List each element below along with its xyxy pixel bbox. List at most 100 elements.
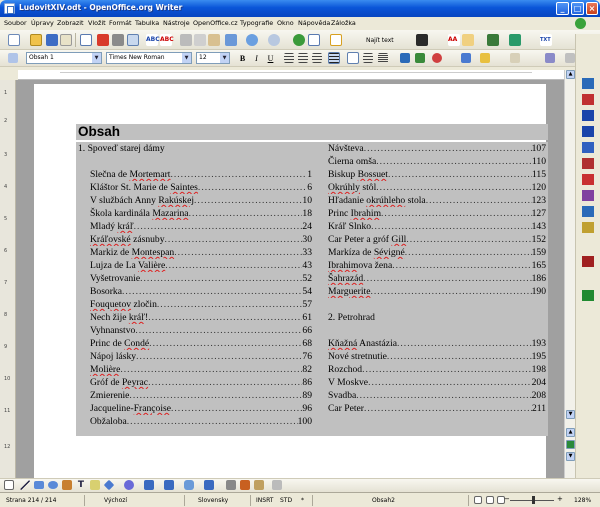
show-draw-functions-icon[interactable] [330,34,342,46]
menu-openoffice-cz[interactable]: OpenOffice.cz [193,19,238,27]
zoom-level[interactable]: 128% [574,497,591,504]
horizontal-ruler[interactable] [18,70,564,80]
page-style[interactable]: Výchozí [104,497,127,504]
styles-icon[interactable] [8,53,18,63]
toc-entry[interactable]: Kláštor St. Marie de Saintes 6 [78,181,312,194]
page-indicator[interactable]: Strana 214 / 214 [6,497,56,504]
scroll-down-icon[interactable]: ▼ [566,410,575,419]
toc-entry[interactable]: Mladý kráľ 24 [78,220,312,233]
basic-shapes-icon[interactable] [103,479,115,491]
data-sources-icon[interactable] [509,34,521,46]
toc-entry[interactable]: Nech žije kráľ! 61 [78,311,312,324]
justify-icon[interactable] [328,52,340,64]
character-icon[interactable] [565,53,575,63]
ellipse-tool-icon[interactable] [48,481,58,489]
toc-entry[interactable]: Čierna omša 110 [328,155,546,168]
points-icon[interactable] [226,480,236,490]
menu-soubor[interactable]: Soubor [4,19,27,27]
toc-entry[interactable]: Marguerite 190 [328,285,546,298]
insert-dash-icon[interactable] [582,94,594,105]
autospellcheck-icon[interactable]: ABC [160,34,174,46]
typo-dialog-icon[interactable] [582,190,594,201]
insert-quote-icon[interactable] [582,78,594,89]
stars-icon[interactable] [204,480,214,490]
fontwork-icon[interactable] [240,480,250,490]
callouts-icon[interactable] [184,480,194,490]
table-icon[interactable] [308,34,320,46]
toc-entry[interactable]: Jacqueline-Françoise 96 [78,402,312,415]
toc-entry[interactable]: Nápoj lásky 76 [78,350,312,363]
gallery-icon[interactable] [487,34,499,46]
cut-icon[interactable] [180,34,192,46]
select-arrow-icon[interactable] [4,480,14,490]
toc-entry[interactable]: Zmierenie 89 [78,389,312,402]
toc-entry[interactable]: V Moskve 204 [328,376,546,389]
edit-file-icon[interactable] [80,34,92,46]
menu-vlozit[interactable]: Vložit [88,19,106,27]
toc-entry[interactable]: Škola kardinála Mazarina 18 [78,207,312,220]
toc-entry[interactable]: Hľadanie okrúhleho stola 123 [328,194,546,207]
toc-chapter-heading[interactable]: 1. Spoveď starej dámy [78,142,312,155]
maximize-button[interactable]: □ [571,2,584,15]
paragraph-icon[interactable] [545,53,555,63]
language-indicator[interactable]: Slovensky [198,497,228,504]
email-icon[interactable] [60,34,72,46]
toc-entry[interactable]: Obžaloba 100 [78,415,312,428]
document-page[interactable]: Obsah 1. Spoveď starej dámy Slečna de Mor… [34,84,548,478]
rectangle-tool-icon[interactable] [34,481,44,489]
menu-tabulka[interactable]: Tabulka [135,19,159,27]
toc-entry[interactable]: Ibrahimova žena 165 [328,259,546,272]
minimize-button[interactable]: _ [556,2,569,15]
binoculars-icon[interactable] [582,290,594,301]
open-folder-icon[interactable] [30,34,42,46]
zoom-slider-handle[interactable] [531,496,535,504]
typo-check-icon[interactable] [582,174,594,185]
font-color-icon[interactable] [432,53,442,63]
toc-entry[interactable]: Slečna de Mortemart 1 [78,168,312,181]
menu-zalozka[interactable]: Záložka [331,19,356,27]
align-right-icon[interactable] [312,53,322,63]
vertical-ruler[interactable]: 1 2 3 4 5 6 7 8 9 10 11 12 [0,80,16,478]
typo-replace-icon[interactable] [582,158,594,169]
paste-icon[interactable] [208,34,220,46]
toc-entry[interactable]: Molière 82 [78,363,312,376]
toc-entry[interactable]: Nové stretnutie 195 [328,350,546,363]
toc-entry[interactable]: Markiz de Montespan 33 [78,246,312,259]
font-name-select[interactable]: Times New Roman ▼ [106,52,192,64]
close-button[interactable]: × [586,2,598,15]
freeform-tool-icon[interactable] [62,480,72,490]
undo-icon[interactable] [246,34,258,46]
toc-entry[interactable]: Svadba 208 [328,389,546,402]
selection-mode[interactable]: STD [280,497,292,504]
menu-okno[interactable]: Okno [277,19,294,27]
navigation-icon[interactable] [566,440,575,449]
toc-entry[interactable]: Kňažná Anastázia 193 [328,337,546,350]
toc-entry[interactable]: Vyšetrovanie 52 [78,272,312,285]
toc-chapter-heading[interactable]: 2. Petrohrad [328,311,546,324]
toc-entry[interactable]: Gróf de Peyrac 86 [78,376,312,389]
find-text-label[interactable]: Najít text [366,37,394,44]
typo-abc-icon[interactable] [582,206,594,217]
align-center-icon[interactable] [298,53,308,63]
italic-button[interactable]: I [251,53,262,64]
align-left-icon[interactable] [284,53,294,63]
vertical-scrollbar[interactable]: ▲ ▼ ▲ ▼ [564,70,575,478]
table-of-contents[interactable]: 1. Spoveď starej dámy Slečna de Mortemart… [76,142,548,436]
navigator-icon[interactable] [462,34,474,46]
copy-icon[interactable] [194,34,206,46]
bold-button[interactable]: B [237,53,248,64]
previous-page-icon[interactable]: ▲ [566,428,575,437]
menu-typografie[interactable]: Typografie [240,19,273,27]
toc-entry[interactable]: Kráľ Slnko 143 [328,220,546,233]
flowchart-icon[interactable] [164,480,174,490]
print-icon[interactable] [112,34,124,46]
toc-entry[interactable]: Bosorka 54 [78,285,312,298]
outdent-icon[interactable] [461,53,471,63]
menu-zobrazit[interactable]: Zobrazit [57,19,84,27]
toc-entry[interactable]: Kráľovské zásnuby 30 [78,233,312,246]
text-tools-icon[interactable]: TXT [540,34,552,46]
toc-entry[interactable]: Princ de Condé 68 [78,337,312,350]
toc-entry[interactable]: Biskup Bossuet 115 [328,168,546,181]
underline-button[interactable]: U [265,53,276,64]
insert-mode[interactable]: INSRT [256,497,273,504]
